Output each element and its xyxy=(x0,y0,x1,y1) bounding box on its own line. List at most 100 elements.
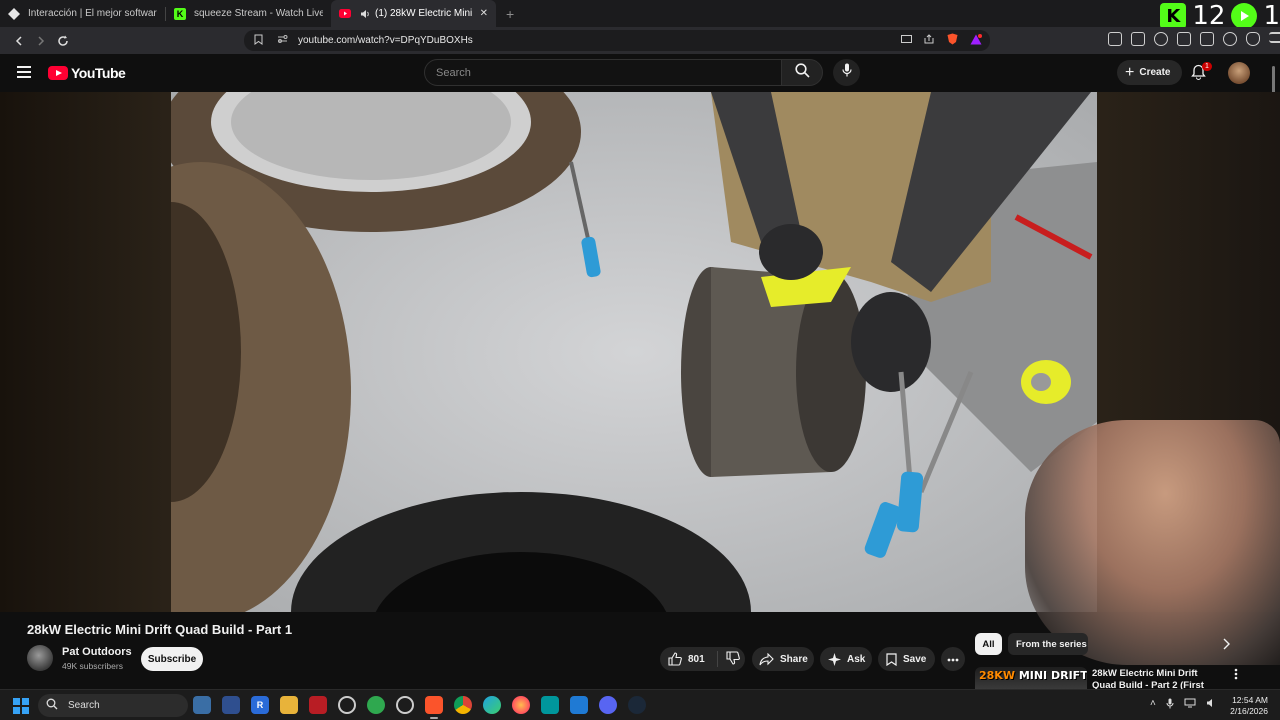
sidebar-icon[interactable] xyxy=(1177,32,1191,46)
app-steam-icon[interactable] xyxy=(628,696,646,714)
thumbs-down-icon xyxy=(726,650,740,668)
browser-tab-youtube[interactable]: (1) 28kW Electric Mini Drift Q ✕ xyxy=(331,0,496,27)
search-icon xyxy=(46,698,60,713)
share-page-icon[interactable] xyxy=(924,34,935,47)
omnibox-actions xyxy=(901,33,982,48)
notifications-button[interactable]: 1 xyxy=(1191,62,1212,85)
guide-menu-icon[interactable] xyxy=(17,66,31,78)
youtube-logo[interactable]: YouTube xyxy=(48,65,126,81)
clock-date: 2/16/2026 xyxy=(1230,706,1268,716)
tray-network-icon[interactable] xyxy=(1184,698,1196,712)
like-dislike-group: 801 xyxy=(660,647,745,671)
kick-logo-icon: K xyxy=(1160,3,1187,29)
windows-start-icon[interactable] xyxy=(13,698,29,714)
cast-icon[interactable] xyxy=(901,34,912,47)
more-horizontal-icon xyxy=(947,654,959,665)
new-tab-icon[interactable]: + xyxy=(506,6,514,22)
youtube-masthead: YouTube Search + Create 1 xyxy=(0,54,1280,92)
url-text: youtube.com/watch?v=DPqYDuBOXHs xyxy=(298,35,473,46)
more-vertical-icon[interactable] xyxy=(1234,668,1238,683)
taskbar-clock[interactable]: 12:54 AM 2/16/2026 xyxy=(1228,695,1268,717)
app-brave-icon[interactable] xyxy=(425,696,443,719)
microphone-icon xyxy=(841,63,852,82)
reload-icon[interactable] xyxy=(52,30,74,52)
like-button[interactable]: 801 xyxy=(660,651,718,667)
vpn-icon[interactable] xyxy=(1246,32,1260,46)
screenshot-icon[interactable] xyxy=(1131,32,1145,46)
browser-tab-kick[interactable]: K squeeze Stream - Watch Live on Kick xyxy=(166,0,331,27)
app-outlook-icon[interactable] xyxy=(222,696,240,714)
video-frame[interactable] xyxy=(171,92,1097,612)
voice-search-button[interactable] xyxy=(833,59,860,86)
channel-name[interactable]: Pat Outdoors xyxy=(62,646,132,658)
create-label: Create xyxy=(1139,67,1171,78)
menu-icon[interactable] xyxy=(1269,32,1280,43)
tab-title: squeeze Stream - Watch Live on Kick xyxy=(194,8,323,19)
recommended-video-title[interactable]: 28kW Electric Mini Drift Quad Build - Pa… xyxy=(1092,668,1222,690)
app-chrome-icon[interactable] xyxy=(454,696,472,714)
ask-label: Ask xyxy=(847,653,866,665)
ask-button[interactable]: Ask xyxy=(820,647,872,671)
address-bar[interactable]: youtube.com/watch?v=DPqYDuBOXHs xyxy=(244,30,990,51)
browser-tab-interaccion[interactable]: Interacción | El mejor software para p xyxy=(0,0,165,27)
brand-icon xyxy=(8,7,20,20)
chip-from-the-series[interactable]: From the series xyxy=(1008,633,1088,655)
app-remote-icon[interactable]: R xyxy=(251,696,269,714)
wallet-icon[interactable] xyxy=(1200,32,1214,46)
app-settings-icon[interactable] xyxy=(193,696,211,714)
speaker-icon[interactable] xyxy=(359,8,371,20)
extensions-icon[interactable] xyxy=(1108,32,1122,46)
chevron-right-icon[interactable] xyxy=(1222,638,1230,653)
share-icon xyxy=(759,652,774,666)
app-firefox-icon[interactable] xyxy=(512,696,530,714)
tray-chevron-up-icon[interactable]: ˄ xyxy=(1150,698,1156,712)
thumbnail-text-title: MINI DRIFT QUAD xyxy=(1018,669,1087,682)
more-actions-button[interactable] xyxy=(941,647,965,671)
bookmark-icon[interactable] xyxy=(254,34,263,48)
app-vscode-icon[interactable] xyxy=(570,696,588,714)
search-button[interactable] xyxy=(781,59,823,86)
close-tab-icon[interactable]: ✕ xyxy=(480,8,488,19)
create-button[interactable]: + Create xyxy=(1117,60,1183,85)
app-discord-icon[interactable] xyxy=(599,696,617,714)
tray-volume-icon[interactable] xyxy=(1206,698,1217,712)
kick-icon: K xyxy=(174,7,186,20)
app-discord-status-icon[interactable] xyxy=(396,696,414,714)
app-clock-icon[interactable] xyxy=(338,696,356,714)
chip-all[interactable]: All xyxy=(975,633,1002,655)
back-icon[interactable] xyxy=(8,30,30,52)
brave-shield-icon[interactable] xyxy=(947,33,958,48)
subscribe-button[interactable]: Subscribe xyxy=(141,647,203,671)
taskbar-search[interactable]: Search xyxy=(38,694,188,717)
like-count: 801 xyxy=(688,653,705,665)
stream-counter-overlay: K 12 1 xyxy=(1160,1,1280,31)
recommended-video-thumbnail[interactable]: 28KW MINI DRIFT QUAD xyxy=(975,667,1087,689)
search-icon xyxy=(794,62,810,83)
tray-microphone-icon[interactable] xyxy=(1166,698,1174,712)
save-button[interactable]: Save xyxy=(878,647,935,671)
thumbnail-text-power: 28KW xyxy=(979,669,1015,682)
clock-time: 12:54 AM xyxy=(1232,695,1268,705)
youtube-wordmark: YouTube xyxy=(71,65,126,81)
channel-avatar[interactable] xyxy=(27,645,53,671)
app-shield-icon[interactable] xyxy=(367,696,385,714)
leo-ai-icon[interactable] xyxy=(1223,32,1237,46)
media-icon[interactable] xyxy=(1154,32,1168,46)
webcam-overlay xyxy=(1025,420,1280,665)
forward-icon[interactable] xyxy=(30,30,52,52)
bookmark-save-icon xyxy=(886,652,897,666)
app-netflix-icon[interactable] xyxy=(309,696,327,714)
notification-badge: 1 xyxy=(1202,62,1212,71)
account-avatar[interactable] xyxy=(1228,62,1250,84)
share-label: Share xyxy=(780,653,808,665)
app-edge-icon[interactable] xyxy=(483,696,501,714)
share-button[interactable]: Share xyxy=(752,647,814,671)
search-input[interactable]: Search xyxy=(424,59,782,86)
dislike-button[interactable] xyxy=(718,650,740,668)
taskbar-search-label: Search xyxy=(68,700,100,711)
app-file-explorer-icon[interactable] xyxy=(280,696,298,714)
site-info-icon[interactable] xyxy=(277,34,288,47)
brave-rewards-icon[interactable] xyxy=(970,33,982,48)
app-arduino-icon[interactable] xyxy=(541,696,559,714)
browser-tab-strip: Interacción | El mejor software para p K… xyxy=(0,0,1280,27)
